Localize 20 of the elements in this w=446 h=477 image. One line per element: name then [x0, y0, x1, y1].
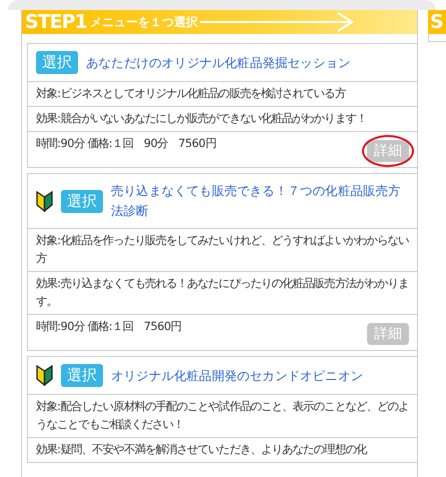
arrow-icon: [198, 11, 356, 33]
menu-title-link[interactable]: 売り込まなくても販売できる！７つの化粧品販売方法診断: [111, 181, 409, 221]
menu-title-link[interactable]: あなただけのオリジナル化粧品発掘セッション: [86, 52, 351, 72]
price-text: 時間:90分 価格:１回 7560円: [36, 319, 182, 335]
step-label: STEP1: [25, 10, 87, 35]
select-button[interactable]: 選択: [61, 190, 103, 212]
effect-text: 効果:売り込まなくても売れる！あなたにぴったりの化粧品販売方法がわかります。: [28, 271, 417, 314]
next-step-tab[interactable]: S: [428, 10, 446, 34]
detail-button[interactable]: 詳細: [367, 323, 409, 345]
effect-text: 効果:競合がいないあなたにしか販売ができない化粧品がわかります！: [28, 106, 417, 131]
target-text: 対象:化粧品を作ったり販売をしてみたいけれど、どうすればよいかわからない方: [28, 228, 417, 271]
target-text: 対象:ビジネスとしてオリジナル化粧品の販売を検討されている方: [28, 81, 417, 106]
effect-text: 効果:疑問、不安や不満を解消させていただき、よりあなたの理想の化: [28, 437, 417, 462]
detail-button[interactable]: 詳細: [367, 140, 409, 162]
target-text: 対象:配合したい原材料の手配のことや試作品のこと、表示のことなど、どのようなことでもご相談ください！: [28, 394, 417, 437]
price-text: 時間:90分 価格:１回 90分 7560円: [36, 136, 216, 152]
select-button[interactable]: 選択: [61, 364, 103, 387]
select-button[interactable]: 選択: [36, 51, 78, 74]
step-caption: メニューを１つ選択: [90, 14, 198, 31]
menu-title-link[interactable]: オリジナル化粧品開発のセカンドオピニオン: [111, 366, 364, 386]
